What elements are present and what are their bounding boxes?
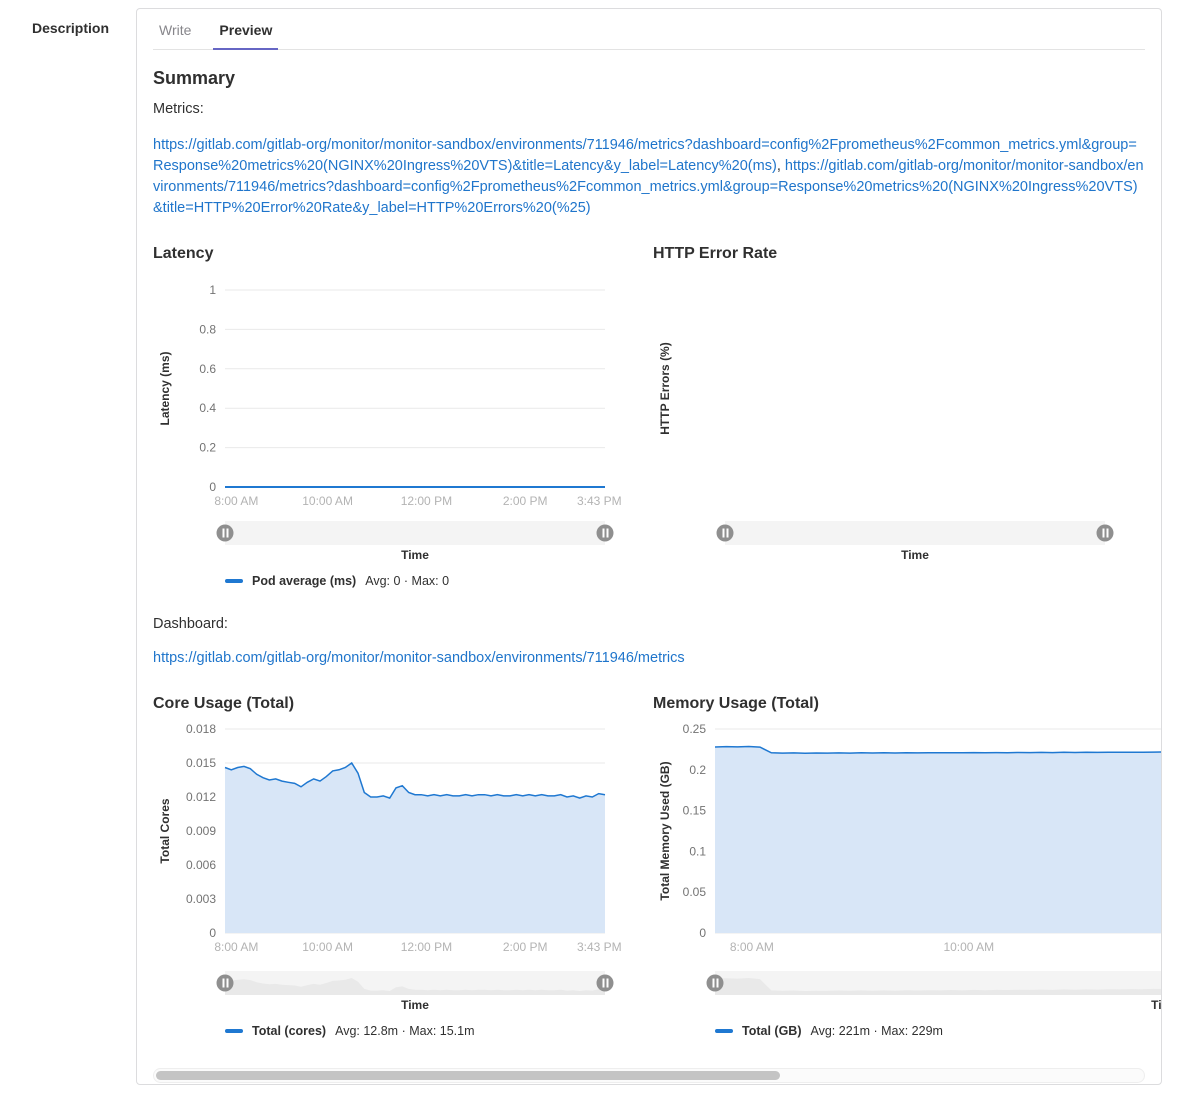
svg-text:2:00 PM: 2:00 PM	[503, 940, 548, 954]
memory-usage-chart-title: Memory Usage (Total)	[653, 695, 1161, 713]
svg-text:0.2: 0.2	[689, 763, 706, 777]
brush-left-handle-icon[interactable]	[717, 525, 734, 542]
brush-right-handle-icon[interactable]	[597, 525, 614, 542]
core-usage-legend: Total (cores) Avg: 12.8m · Max: 15.1m	[225, 1024, 627, 1038]
brush-left-handle-icon[interactable]	[217, 975, 234, 992]
svg-text:0.012: 0.012	[186, 790, 216, 804]
horizontal-scrollbar-thumb[interactable]	[156, 1071, 780, 1080]
core-usage-chart-title: Core Usage (Total)	[153, 695, 627, 713]
svg-text:10:00 AM: 10:00 AM	[943, 940, 994, 954]
http-error-rate-chart-canvas: HTTP Errors (%)	[653, 267, 1127, 515]
svg-text:8:00 AM: 8:00 AM	[214, 494, 258, 508]
latency-zoom-brush[interactable]	[225, 521, 605, 545]
brush-right-handle-icon[interactable]	[597, 975, 614, 992]
core-usage-chart-canvas: 0 0.003 0.006 0.009 0.012 0.015 0.018 8:00 AM 10…	[153, 717, 627, 965]
memory-usage-x-axis-title: Time	[715, 998, 1161, 1012]
svg-text:Total Memory Used (GB): Total Memory Used (GB)	[658, 761, 672, 900]
svg-text:Total Cores: Total Cores	[158, 798, 172, 863]
svg-text:0: 0	[209, 926, 216, 940]
tab-preview[interactable]: Preview	[213, 9, 278, 50]
svg-text:0.6: 0.6	[199, 362, 216, 376]
svg-text:Latency (ms): Latency (ms)	[158, 351, 172, 425]
svg-text:HTTP Errors (%): HTTP Errors (%)	[658, 342, 672, 434]
svg-text:12:00 PM: 12:00 PM	[401, 494, 452, 508]
svg-text:0.25: 0.25	[683, 722, 707, 736]
core-usage-chart-panel: Core Usage (Total) 0 0.003 0.006 0.009 0.012…	[153, 683, 627, 1038]
latency-chart-title: Latency	[153, 245, 627, 263]
svg-text:8:00 AM: 8:00 AM	[214, 940, 258, 954]
memory-usage-chart-canvas: 00.050.10.150.20.258:00 AM10:00 AM12:00 …	[653, 717, 1161, 965]
legend-series-stats: Avg: 12.8m · Max: 15.1m	[335, 1024, 474, 1038]
dashboard-links: https://gitlab.com/gitlab-org/monitor/mo…	[153, 648, 1145, 669]
svg-text:0: 0	[699, 926, 706, 940]
latency-x-axis-title: Time	[225, 548, 605, 562]
svg-text:3:43 PM: 3:43 PM	[577, 494, 622, 508]
legend-swatch-icon	[225, 1029, 243, 1033]
charts-row-1: Latency 0 0.2 0.4 0.6 0.8 1 8:00 AM 10:00 AM 12:…	[153, 233, 1145, 588]
svg-text:0.8: 0.8	[199, 322, 216, 336]
svg-text:2:00 PM: 2:00 PM	[503, 494, 548, 508]
svg-text:0.015: 0.015	[186, 756, 216, 770]
svg-text:0.003: 0.003	[186, 892, 216, 906]
link-separator: ,	[777, 158, 785, 174]
svg-text:0.1: 0.1	[689, 844, 706, 858]
legend-series-name: Total (GB)	[742, 1024, 801, 1038]
summary-heading: Summary	[153, 68, 1145, 89]
legend-series-name: Total (cores)	[252, 1024, 326, 1038]
legend-swatch-icon	[225, 579, 243, 583]
http-error-rate-zoom-brush[interactable]	[725, 521, 1105, 545]
legend-series-stats: Avg: 0 · Max: 0	[365, 574, 449, 588]
latency-legend: Pod average (ms) Avg: 0 · Max: 0	[225, 574, 627, 588]
metrics-links: https://gitlab.com/gitlab-org/monitor/mo…	[153, 135, 1145, 219]
description-label: Description	[32, 20, 109, 36]
legend-series-stats: Avg: 221m · Max: 229m	[810, 1024, 942, 1038]
svg-text:0.018: 0.018	[186, 722, 216, 736]
svg-text:0.2: 0.2	[199, 441, 216, 455]
legend-swatch-icon	[715, 1029, 733, 1033]
memory-usage-legend: Total (GB) Avg: 221m · Max: 229m	[715, 1024, 1161, 1038]
svg-text:10:00 AM: 10:00 AM	[302, 940, 353, 954]
preview-content: Summary Metrics: https://gitlab.com/gitl…	[137, 50, 1161, 1085]
http-error-rate-chart-title: HTTP Error Rate	[653, 245, 1127, 263]
svg-text:8:00 AM: 8:00 AM	[730, 940, 774, 954]
svg-text:0.05: 0.05	[683, 885, 707, 899]
svg-text:12:00 PM: 12:00 PM	[401, 940, 452, 954]
latency-chart-panel: Latency 0 0.2 0.4 0.6 0.8 1 8:00 AM 10:00 AM 12:…	[153, 233, 627, 588]
brush-right-handle-icon[interactable]	[1097, 525, 1114, 542]
metrics-label: Metrics:	[153, 101, 1145, 117]
description-panel: Write Preview Summary Metrics: https://g…	[136, 8, 1162, 1085]
svg-text:0.006: 0.006	[186, 858, 216, 872]
brush-left-handle-icon[interactable]	[707, 975, 724, 992]
core-usage-zoom-brush[interactable]	[225, 971, 605, 995]
legend-series-name: Pod average (ms)	[252, 574, 356, 588]
svg-text:0: 0	[209, 480, 216, 494]
svg-text:0.15: 0.15	[683, 804, 707, 818]
latency-chart-canvas: 0 0.2 0.4 0.6 0.8 1 8:00 AM 10:00 AM 12:00 PM 2:0…	[153, 267, 627, 515]
memory-usage-zoom-brush[interactable]	[715, 971, 1161, 995]
svg-text:10:00 AM: 10:00 AM	[302, 494, 353, 508]
memory-usage-chart-panel: Memory Usage (Total) 0 0.05 0.1 0.15 0.2 0.25…	[653, 683, 1161, 1038]
svg-text:0.009: 0.009	[186, 824, 216, 838]
svg-text:0.4: 0.4	[199, 401, 216, 415]
horizontal-scrollbar[interactable]	[153, 1068, 1145, 1083]
svg-text:3:43 PM: 3:43 PM	[577, 940, 622, 954]
dashboard-link[interactable]: https://gitlab.com/gitlab-org/monitor/mo…	[153, 650, 685, 666]
http-error-rate-x-axis-title: Time	[725, 548, 1105, 562]
http-error-rate-chart-panel: HTTP Error Rate HTTP Errors (%) Time	[653, 233, 1127, 588]
dashboard-label: Dashboard:	[153, 616, 1145, 632]
charts-row-2: Core Usage (Total) 0 0.003 0.006 0.009 0.012…	[153, 683, 1161, 1038]
svg-text:1: 1	[209, 283, 216, 297]
brush-left-handle-icon[interactable]	[217, 525, 234, 542]
tab-write[interactable]: Write	[153, 9, 197, 49]
core-usage-x-axis-title: Time	[225, 998, 605, 1012]
markdown-tabbar: Write Preview	[153, 9, 1145, 50]
